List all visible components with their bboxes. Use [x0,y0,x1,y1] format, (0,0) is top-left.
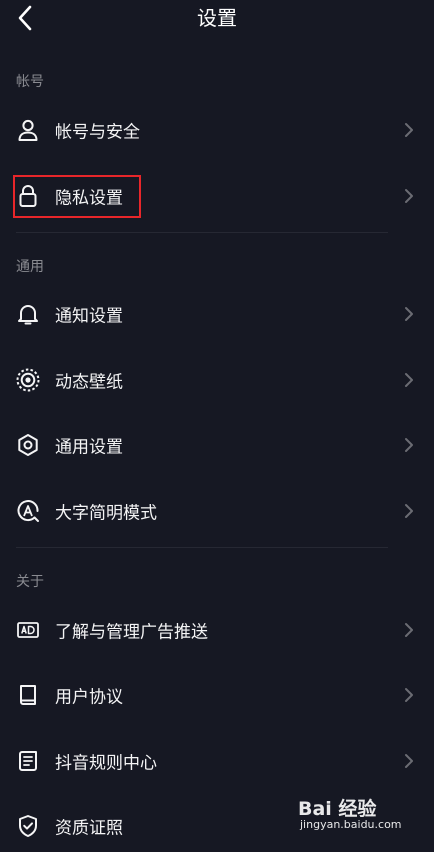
large-font-icon [15,498,41,524]
settings-item-label: 动态壁纸 [55,372,123,393]
chevron-right-icon [405,123,413,137]
settings-item-live-wallpaper[interactable]: 动态壁纸 [0,354,434,406]
settings-item-label: 抖音规则中心 [55,753,157,774]
chevron-right-icon [405,189,413,203]
live-wallpaper-icon [15,367,41,393]
settings-item-rules-center[interactable]: 抖音规则中心 [0,735,434,787]
book-icon [15,682,41,708]
settings-item-ad-management[interactable]: 了解与管理广告推送 [0,604,434,656]
watermark-logo: Bai 经验 [298,798,377,820]
settings-item-account-security[interactable]: 帐号与安全 [0,104,434,156]
settings-item-general-settings[interactable]: 通用设置 [0,419,434,471]
chevron-right-icon [405,623,413,637]
section-label-account: 帐号 [16,74,44,90]
settings-item-large-font-mode[interactable]: 大字简明模式 [0,485,434,537]
page-title: 设置 [197,6,237,30]
section-label-general: 通用 [16,259,44,275]
settings-item-label: 通知设置 [55,306,123,327]
settings-item-notifications[interactable]: 通知设置 [0,288,434,340]
chevron-right-icon [405,438,413,452]
settings-item-label: 了解与管理广告推送 [55,622,208,643]
settings-item-label: 资质证照 [55,818,123,839]
settings-item-label: 用户协议 [55,687,123,708]
section-label-about: 关于 [16,574,44,590]
header: 设置 [0,0,434,38]
chevron-right-icon [405,504,413,518]
settings-item-label: 大字简明模式 [55,503,157,524]
divider [16,547,388,548]
bell-icon [15,301,41,327]
watermark-url: jingyan.baidu.com [300,818,402,831]
user-icon [15,117,41,143]
ad-icon [15,617,41,643]
baidu-jingyan-watermark: Bai 经验 jingyan.baidu.com [298,794,418,834]
settings-item-label: 帐号与安全 [55,122,140,143]
chevron-right-icon [405,754,413,768]
settings-item-label: 通用设置 [55,437,123,458]
shield-check-icon [15,813,41,839]
highlight-box [13,175,141,218]
chevron-right-icon [405,307,413,321]
divider [16,232,388,233]
chevron-right-icon [405,688,413,702]
settings-item-user-agreement[interactable]: 用户协议 [0,669,434,721]
chevron-right-icon [405,373,413,387]
document-icon [15,748,41,774]
gear-icon [15,432,41,458]
